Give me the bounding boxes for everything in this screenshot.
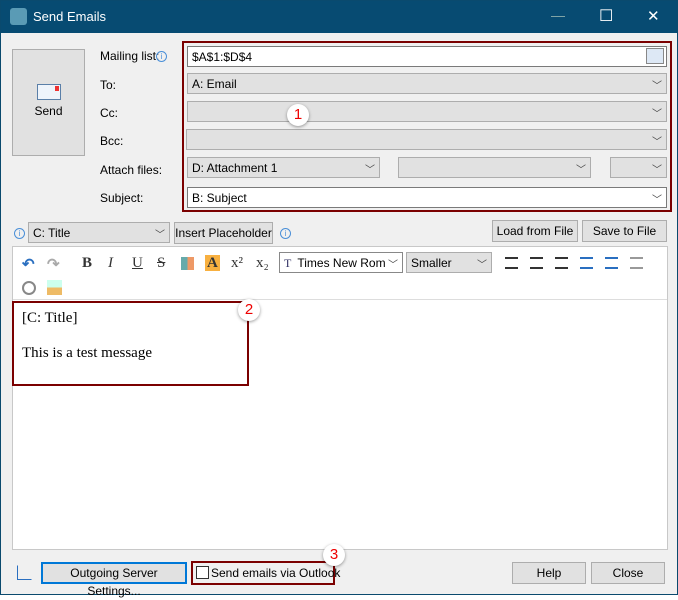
to-label: To: [100,78,117,92]
align-right-icon[interactable] [555,257,568,269]
cc-select[interactable]: ﹀ [187,101,667,122]
send-emails-dialog: Send Emails — ☐ ✕ Send Mailing list: i T… [0,0,678,598]
chevron-down-icon: ﹀ [477,260,487,271]
outgoing-server-settings-button[interactable]: Outgoing Server Settings... [41,562,187,598]
send-label: Send [34,104,63,118]
italic-button[interactable]: I [108,255,113,272]
indent-icon[interactable] [605,257,618,269]
font-color-icon[interactable] [181,257,194,270]
editor-line-title: [C: Title] [22,310,78,326]
editor-line-message: This is a test message [22,345,152,361]
send-button[interactable]: Send [12,49,85,156]
strikethrough-button[interactable]: S [157,255,165,272]
bcc-label: Bcc: [100,134,124,148]
align-left-icon[interactable] [505,257,518,269]
mailing-list-input[interactable]: $A$1:$D$4 [187,46,667,67]
wrap-icon[interactable] [630,257,643,269]
window-title: Send Emails [33,9,106,24]
app-icon [10,8,27,25]
help-button[interactable]: Help [512,562,586,584]
badge-1: 1 [287,104,309,126]
close-dialog-button[interactable]: Close [591,562,665,584]
save-to-file-button[interactable]: Save to File [582,220,667,242]
attach-files-label: Attach files: [100,163,163,177]
chevron-down-icon: ﹀ [652,137,662,148]
badge-3: 3 [323,544,345,566]
close-button[interactable]: ✕ [647,7,660,25]
envelope-icon [36,84,61,100]
attach-select-2[interactable]: ﹀ [398,157,591,178]
redo-icon[interactable]: ↷ [47,255,60,274]
badge-2: 2 [238,299,260,321]
subscript-button[interactable]: x₂ [256,255,269,272]
attach-select-1[interactable]: D: Attachment 1 ﹀ [187,157,380,178]
subject-select[interactable]: B: Subject ﹀ [187,187,667,208]
chevron-down-icon: ﹀ [652,165,662,176]
undo-icon[interactable]: ↶ [22,255,35,274]
send-via-outlook-checkbox[interactable] [196,566,209,579]
subject-label: Subject: [100,191,144,205]
maximize-button[interactable]: ☐ [599,6,613,26]
chevron-down-icon: ﹀ [388,260,398,271]
attach-select-3[interactable]: ﹀ [610,157,667,178]
info-icon[interactable]: i [156,51,167,62]
placeholder-select[interactable]: C: Title ﹀ [28,222,170,243]
chevron-down-icon: ﹀ [365,165,375,176]
bcc-select[interactable]: ﹀ [186,129,667,150]
align-center-icon[interactable] [530,257,543,269]
to-select[interactable]: A: Email ﹀ [187,73,667,94]
info-icon[interactable]: i [280,228,291,239]
font-icon: T [284,256,292,270]
load-from-file-button[interactable]: Load from File [492,220,578,242]
info-icon[interactable]: i [14,228,25,239]
underline-button[interactable]: U [132,255,143,272]
hyperlink-icon[interactable] [22,281,36,295]
font-size-select[interactable]: Smaller ﹀ [406,252,492,273]
send-via-outlook-label[interactable]: Send emails via Outlook [211,566,340,580]
chevron-down-icon: ﹀ [652,109,662,120]
cc-label: Cc: [100,106,118,120]
editor[interactable] [12,246,668,550]
range-select-icon[interactable] [646,48,664,64]
external-link-icon[interactable] [17,565,32,580]
bold-button[interactable]: B [82,255,92,272]
insert-image-icon[interactable] [47,280,62,295]
chevron-down-icon: ﹀ [652,81,662,92]
chevron-down-icon: ﹀ [652,195,662,206]
chevron-down-icon: ﹀ [155,230,165,241]
mailing-list-label: Mailing list: [100,49,160,63]
insert-placeholder-button[interactable]: Insert Placeholder [174,222,273,244]
highlight-button[interactable]: A [205,255,220,271]
minimize-button[interactable]: — [551,7,565,23]
title-bar: Send Emails — ☐ ✕ [1,1,677,33]
superscript-button[interactable]: x² [231,255,243,272]
font-family-select[interactable]: T Times New Rom ﹀ [279,252,403,273]
chevron-down-icon: ﹀ [576,165,586,176]
outdent-icon[interactable] [580,257,593,269]
editor-toolbar-divider [13,299,667,300]
